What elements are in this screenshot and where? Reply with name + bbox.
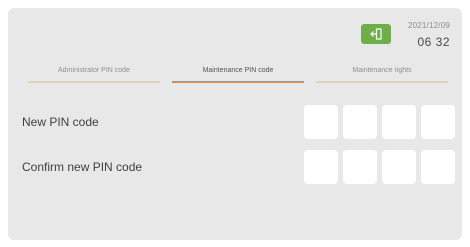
confirm-pin-digit-3[interactable] [382,150,416,184]
new-pin-digit-4[interactable] [421,105,455,139]
new-pin-digit-3[interactable] [382,105,416,139]
maintenance-screen: 2021/12/09 06 32 Administrator PIN code … [8,8,462,240]
tab-maintenance-pin[interactable]: Maintenance PIN code [166,63,310,87]
exit-button[interactable] [361,24,391,44]
confirm-pin-row: Confirm new PIN code [22,150,462,186]
tab-underline [316,81,448,83]
tab-label: Administrator PIN code [58,67,130,74]
date-display: 2021/12/09 [407,21,450,30]
new-pin-row: New PIN code [22,105,462,141]
tab-label: Maintenance rights [352,67,412,74]
tab-maintenance-rights[interactable]: Maintenance rights [310,63,454,87]
time-display: 06 32 [417,35,450,49]
new-pin-label: New PIN code [22,115,99,129]
confirm-pin-label: Confirm new PIN code [22,160,143,174]
tab-administrator-pin[interactable]: Administrator PIN code [22,63,166,87]
confirm-pin-digit-1[interactable] [304,150,338,184]
confirm-pin-input [304,150,455,184]
tab-underline [28,81,160,83]
tab-label: Maintenance PIN code [202,67,274,74]
exit-door-icon [370,28,382,40]
new-pin-digit-2[interactable] [343,105,377,139]
confirm-pin-digit-4[interactable] [421,150,455,184]
new-pin-digit-1[interactable] [304,105,338,139]
new-pin-input [304,105,455,139]
tab-bar: Administrator PIN code Maintenance PIN c… [22,63,454,87]
tab-underline-active [172,81,304,83]
confirm-pin-digit-2[interactable] [343,150,377,184]
